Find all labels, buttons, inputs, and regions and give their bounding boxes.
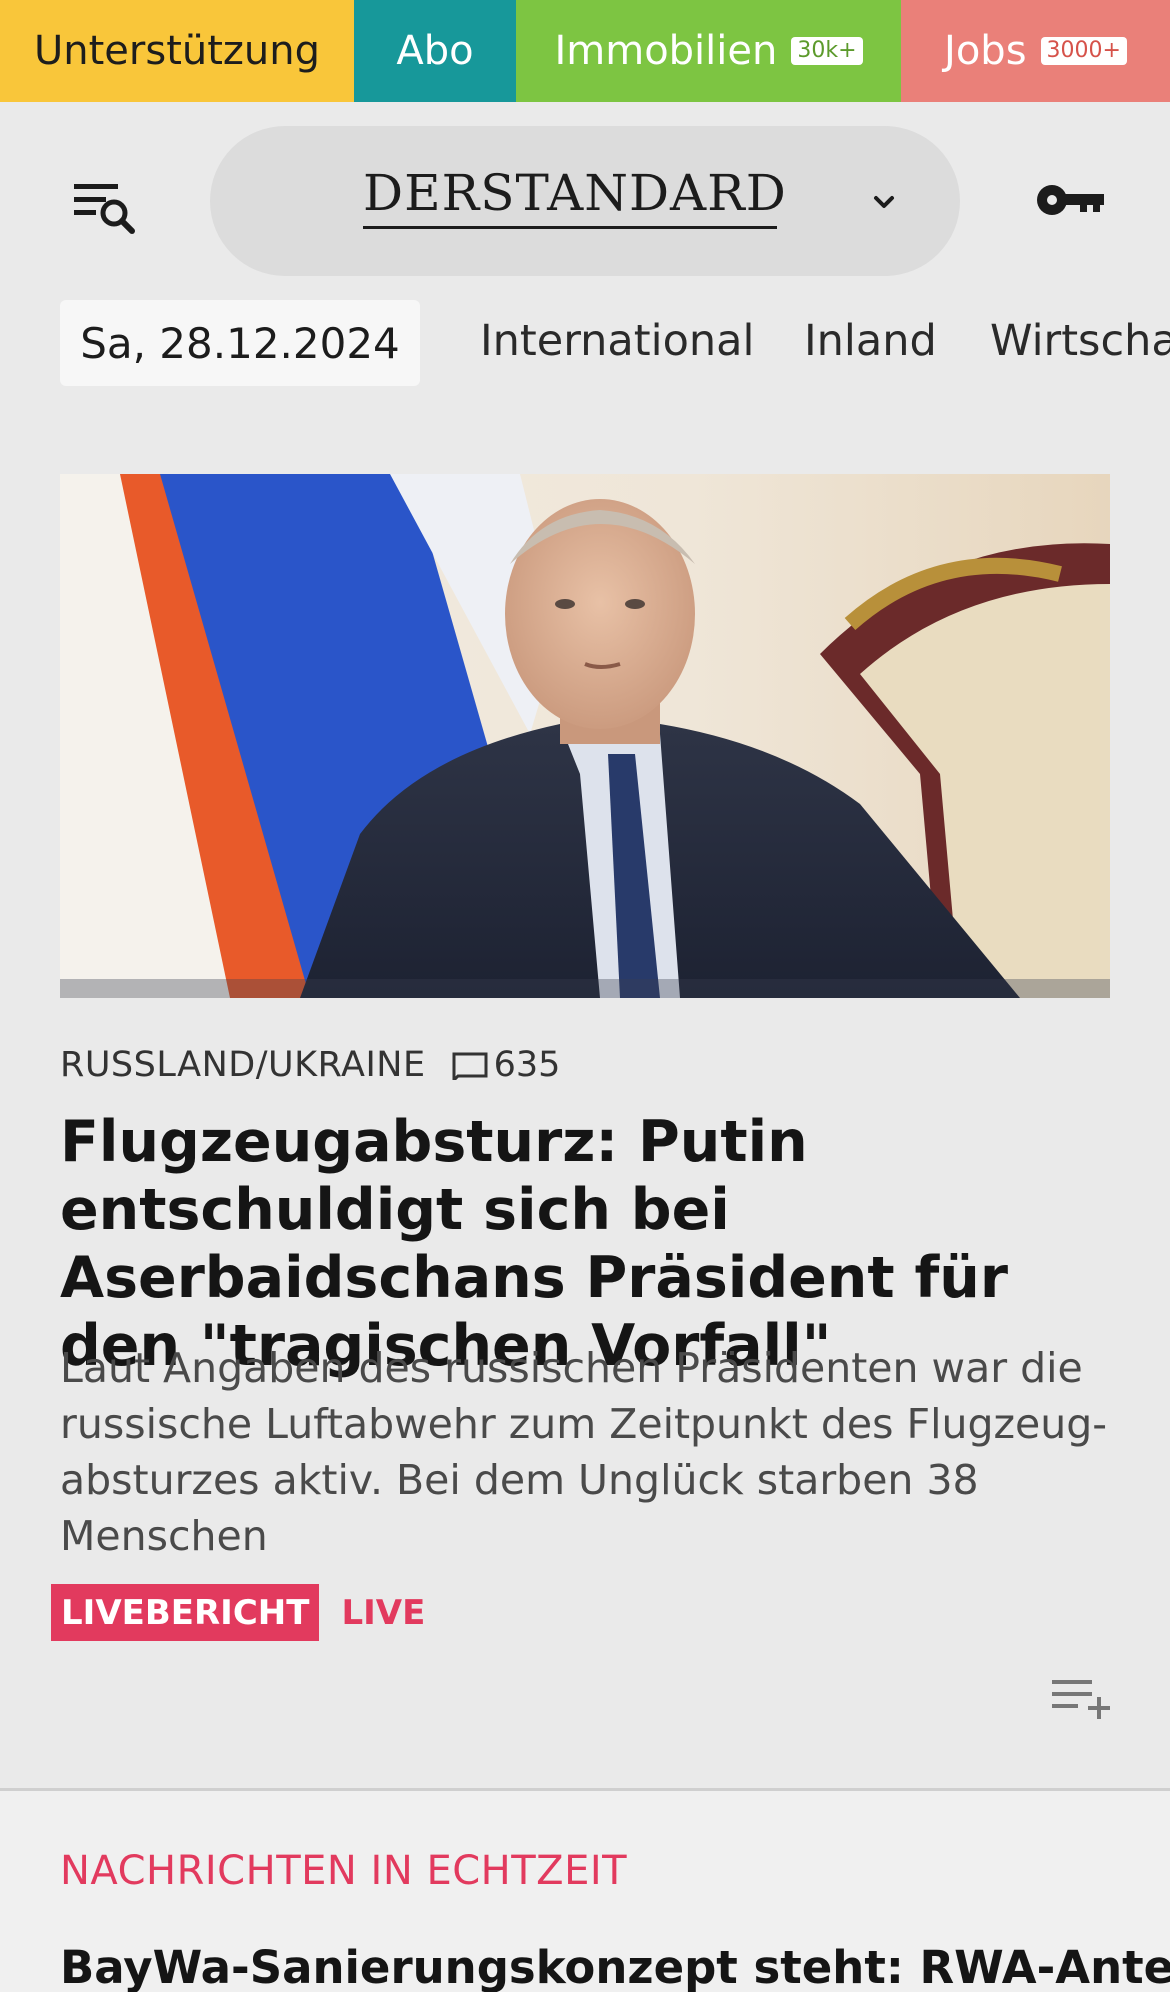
livebericht-badge: LIVEBERICHT bbox=[51, 1584, 320, 1641]
article-image[interactable] bbox=[60, 474, 1110, 998]
immobilien-link[interactable]: Immobilien 30k+ bbox=[516, 0, 901, 102]
jobs-link[interactable]: Jobs 3000+ bbox=[901, 0, 1170, 102]
support-link[interactable]: Unterstützung bbox=[0, 0, 354, 102]
site-logo[interactable]: DERSTANDARD bbox=[363, 164, 787, 222]
abo-link[interactable]: Abo bbox=[354, 0, 516, 102]
chevron-down-icon[interactable] bbox=[868, 186, 900, 218]
nav-item-wirtschaft[interactable]: Wirtscha bbox=[990, 316, 1170, 366]
logo-underline bbox=[363, 226, 777, 229]
comment-icon bbox=[452, 1052, 488, 1080]
date-chip: Sa, 28.12.2024 bbox=[60, 300, 420, 386]
news-item-headline[interactable]: BayWa-Sanierungskonzept steht: RWA-Antei… bbox=[60, 1941, 1170, 1992]
menu-search-icon[interactable] bbox=[72, 180, 138, 236]
live-indicator: LIVEBERICHT LIVE bbox=[51, 1584, 425, 1641]
immobilien-label: Immobilien bbox=[554, 28, 778, 74]
realtime-news-section: NACHRICHTEN IN ECHTZEIT BayWa-Sanierungs… bbox=[0, 1791, 1170, 1992]
article-meta: RUSSLAND/UKRAINE 635 bbox=[60, 1045, 560, 1085]
nav-item-inland[interactable]: Inland bbox=[804, 316, 937, 366]
key-icon[interactable] bbox=[1036, 180, 1106, 220]
section-title[interactable]: NACHRICHTEN IN ECHTZEIT bbox=[60, 1848, 627, 1894]
comment-count[interactable]: 635 bbox=[494, 1045, 561, 1085]
article-kicker[interactable]: RUSSLAND/UKRAINE bbox=[60, 1045, 426, 1085]
live-label: LIVE bbox=[341, 1592, 426, 1633]
jobs-badge: 3000+ bbox=[1040, 37, 1127, 65]
article-teaser[interactable]: Laut Angaben des russischen Präsidenten … bbox=[60, 1340, 1110, 1564]
jobs-label: Jobs bbox=[944, 28, 1027, 74]
immobilien-badge: 30k+ bbox=[791, 37, 863, 65]
nav-item-international[interactable]: International bbox=[480, 316, 754, 366]
section-nav: Sa, 28.12.2024 International Inland Wirt… bbox=[0, 298, 1170, 388]
abo-label: Abo bbox=[396, 28, 474, 74]
add-to-list-icon[interactable] bbox=[1050, 1676, 1112, 1724]
top-promo-bar: Unterstützung Abo Immobilien 30k+ Jobs 3… bbox=[0, 0, 1170, 102]
support-label: Unterstützung bbox=[33, 28, 320, 74]
